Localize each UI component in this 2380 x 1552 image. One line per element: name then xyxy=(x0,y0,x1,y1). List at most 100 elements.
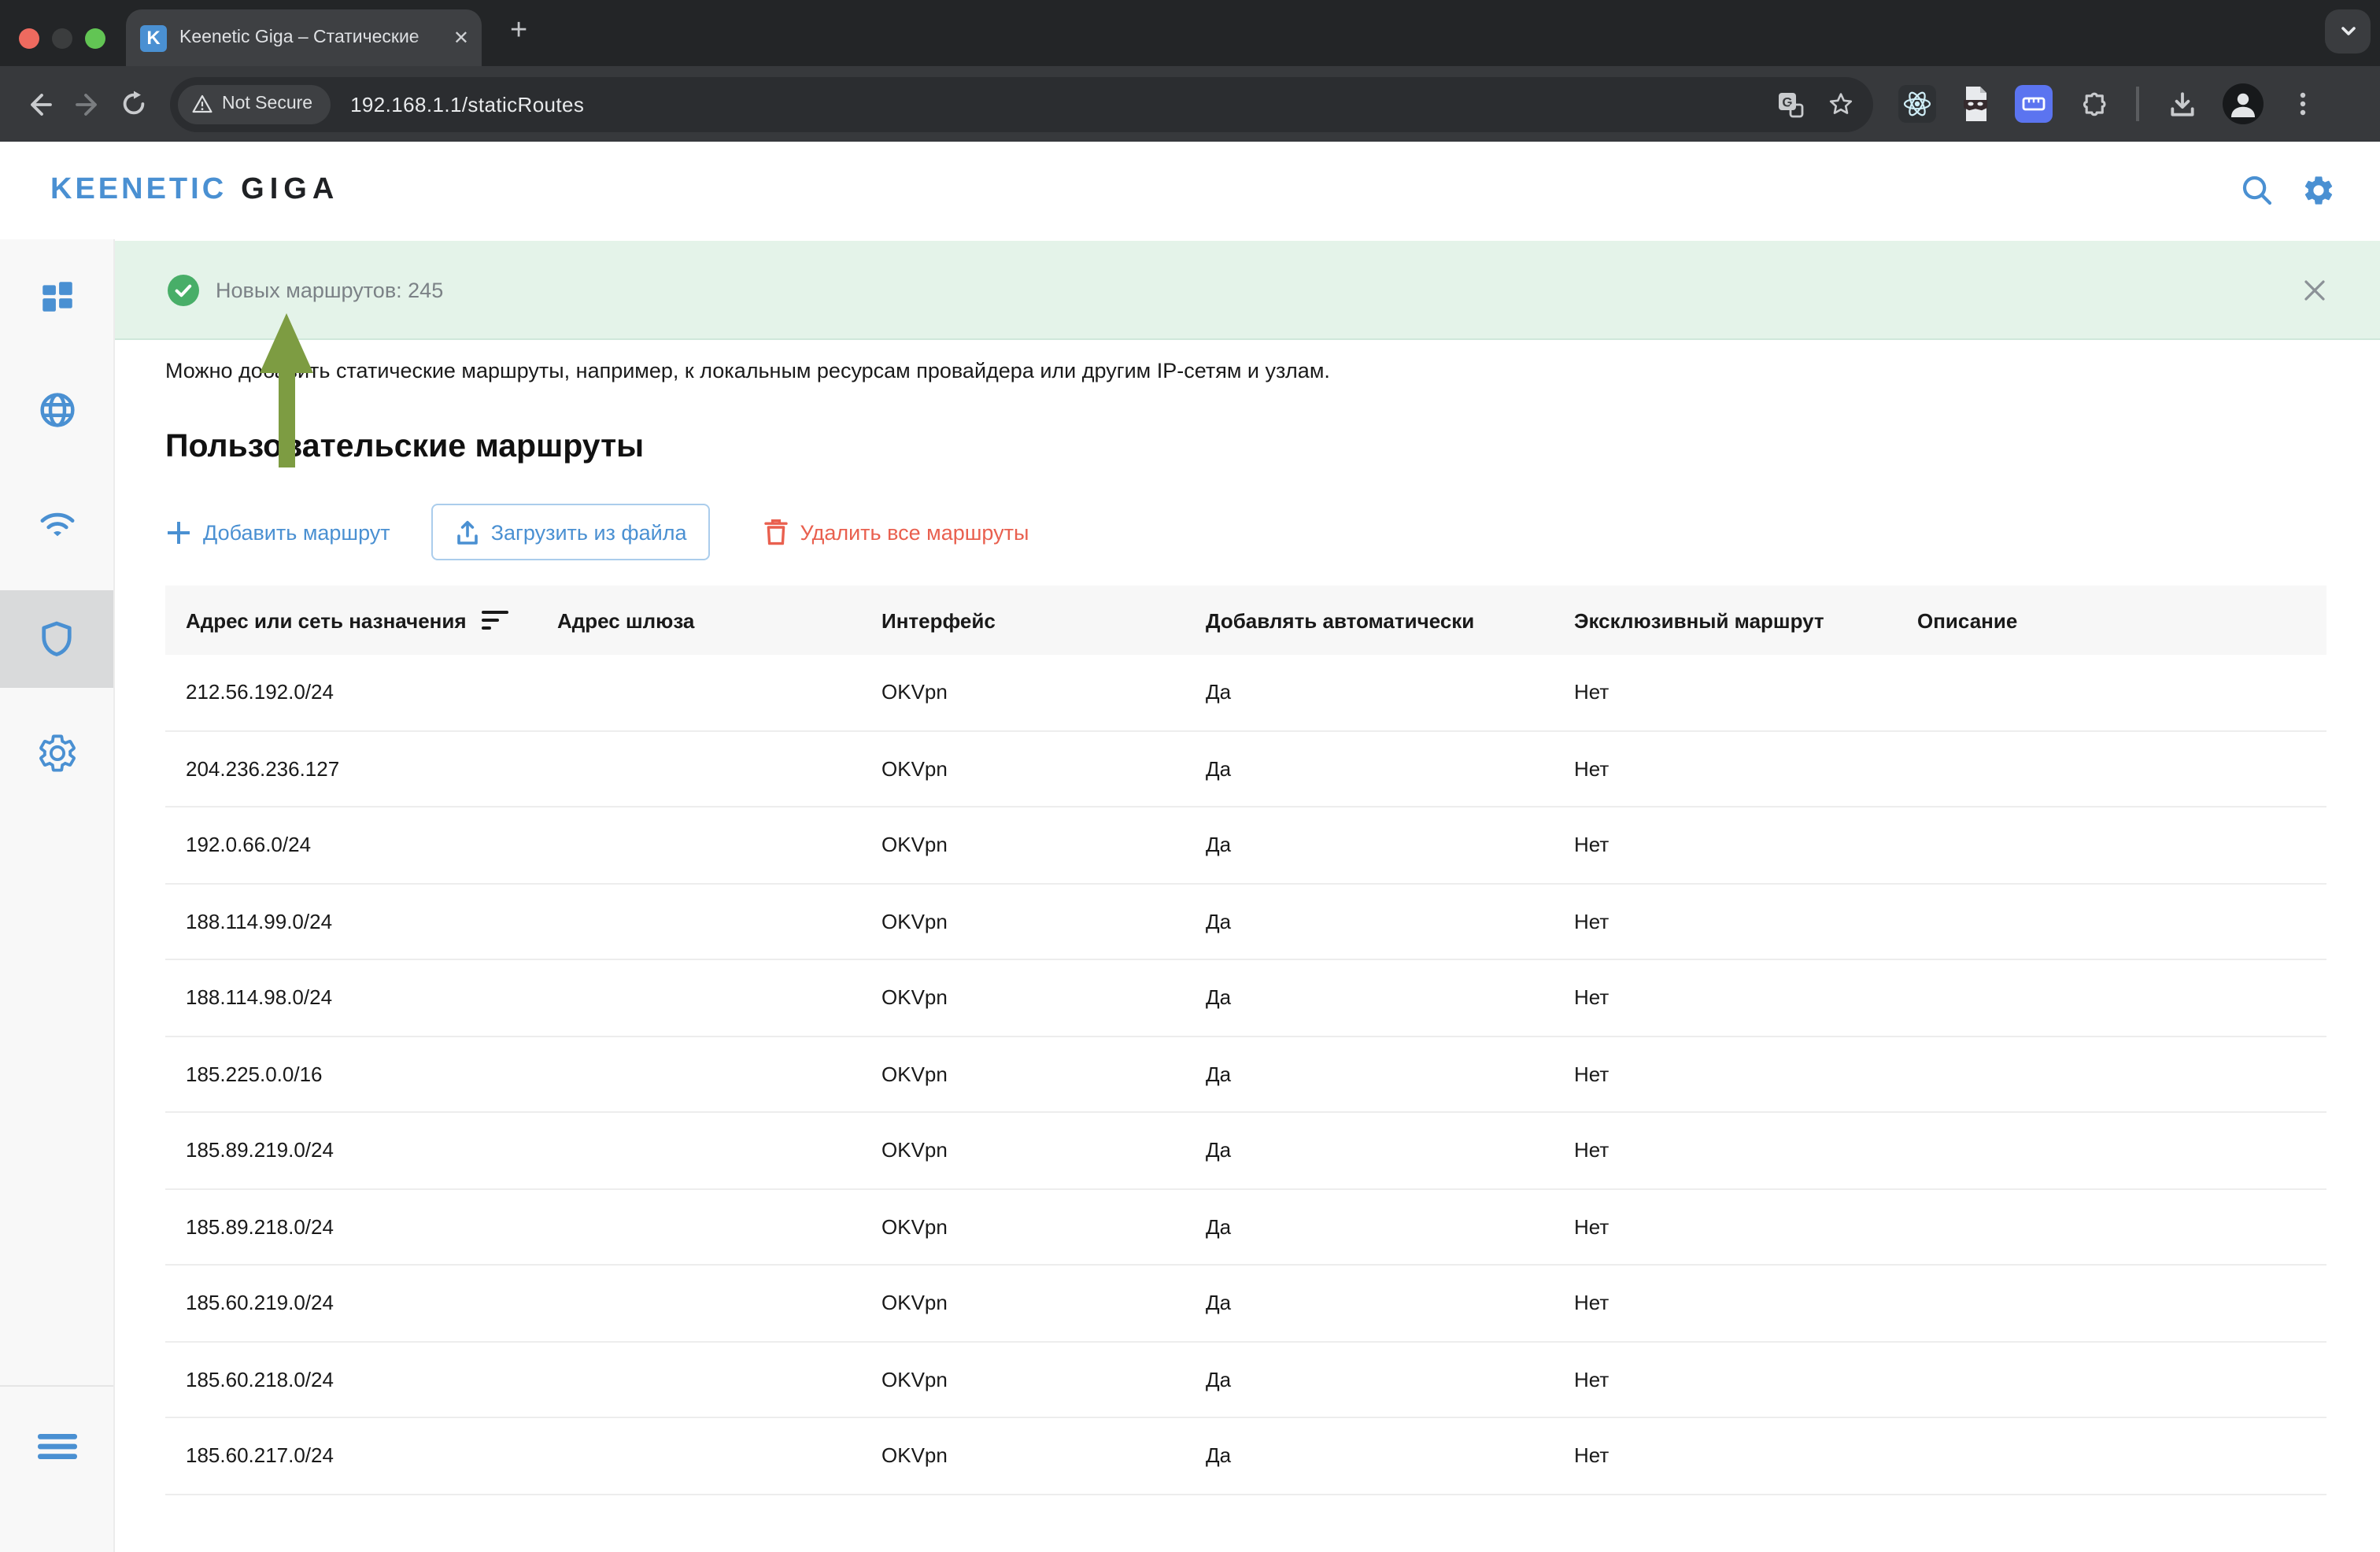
window-close-button[interactable] xyxy=(19,28,39,49)
person-icon xyxy=(2222,83,2263,124)
table-row[interactable]: 192.0.66.0/24 OKVpn Да Нет xyxy=(165,807,2326,884)
app-header: KEENETIC GIGA xyxy=(0,142,2380,239)
profile-avatar[interactable] xyxy=(2222,83,2263,124)
gear-outline-icon xyxy=(35,731,78,774)
cell-auto-add: Да xyxy=(1185,1444,1554,1468)
cell-destination: 185.60.217.0/24 xyxy=(165,1444,537,1468)
globe-icon xyxy=(35,388,78,430)
sidebar-item-wifi[interactable] xyxy=(0,474,113,571)
sidebar-item-dashboard[interactable] xyxy=(0,247,113,345)
cell-auto-add: Да xyxy=(1185,833,1554,857)
upload-from-file-button[interactable]: Загрузить из файла xyxy=(431,504,711,560)
sidebar xyxy=(0,239,115,1552)
sidebar-menu-toggle[interactable] xyxy=(0,1398,113,1495)
cell-auto-add: Да xyxy=(1185,1062,1554,1086)
cell-interface: OKVpn xyxy=(861,910,1185,933)
col-gateway: Адрес шлюза xyxy=(537,608,861,632)
keenetic-favicon-icon: K xyxy=(140,24,167,51)
address-bar[interactable]: Not Secure 192.168.1.1/staticRoutes G xyxy=(170,76,1873,131)
extension-mask-document[interactable] xyxy=(1957,85,1994,123)
cell-interface: OKVpn xyxy=(861,681,1185,704)
brand-keenetic: KEENETIC xyxy=(50,173,227,206)
table-row[interactable]: 204.236.236.127 OKVpn Да Нет xyxy=(165,731,2326,807)
success-banner: Новых маршрутов: 245 xyxy=(115,241,2380,340)
chevron-down-icon xyxy=(2335,19,2360,44)
cell-auto-add: Да xyxy=(1185,1291,1554,1315)
wifi-icon xyxy=(35,501,78,544)
banner-close-icon[interactable] xyxy=(2303,279,2326,302)
intro-text: Можно добавить статические маршруты, нап… xyxy=(165,359,1330,382)
routes-table-header: Адрес или сеть назначения Адрес шлюза Ин… xyxy=(165,586,2326,655)
cell-exclusive: Нет xyxy=(1554,1139,1897,1162)
reload-button[interactable] xyxy=(110,80,157,127)
window-minimize-button[interactable] xyxy=(52,28,72,49)
extension-ruler[interactable] xyxy=(2015,85,2053,123)
browser-toolbar: Not Secure 192.168.1.1/staticRoutes G xyxy=(0,66,2380,142)
extensions-puzzle-button[interactable] xyxy=(2073,85,2111,123)
sort-icon[interactable] xyxy=(482,610,509,630)
upload-icon xyxy=(455,519,480,545)
new-tab-button[interactable]: + xyxy=(510,14,527,49)
delete-all-routes-button[interactable]: Удалить все маршруты xyxy=(764,518,1029,546)
warning-triangle-icon xyxy=(192,94,213,113)
col-destination[interactable]: Адрес или сеть назначения xyxy=(165,608,537,632)
cell-destination: 185.225.0.0/16 xyxy=(165,1062,537,1086)
table-row[interactable]: 185.60.218.0/24 OKVpn Да Нет xyxy=(165,1342,2326,1418)
cell-destination: 185.89.218.0/24 xyxy=(165,1215,537,1239)
sidebar-divider xyxy=(0,1385,113,1387)
cell-auto-add: Да xyxy=(1185,1368,1554,1391)
cell-destination: 192.0.66.0/24 xyxy=(165,833,537,857)
table-row[interactable]: 185.225.0.0/16 OKVpn Да Нет xyxy=(165,1037,2326,1113)
search-icon[interactable] xyxy=(2240,173,2275,208)
tab-close-icon[interactable]: ✕ xyxy=(453,27,469,49)
tab-search-button[interactable] xyxy=(2325,9,2371,54)
table-row[interactable]: 185.60.217.0/24 OKVpn Да Нет xyxy=(165,1418,2326,1495)
downloads-button[interactable] xyxy=(2164,85,2201,123)
cell-destination: 185.60.218.0/24 xyxy=(165,1368,537,1391)
reload-icon xyxy=(120,90,148,118)
table-row[interactable]: 185.89.218.0/24 OKVpn Да Нет xyxy=(165,1189,2326,1266)
table-row[interactable]: 188.114.99.0/24 OKVpn Да Нет xyxy=(165,884,2326,960)
routes-table: Адрес или сеть назначения Адрес шлюза Ин… xyxy=(165,586,2326,1495)
sidebar-item-internet[interactable] xyxy=(0,360,113,458)
not-secure-chip[interactable]: Not Secure xyxy=(178,84,330,124)
cell-exclusive: Нет xyxy=(1554,757,1897,781)
sidebar-item-security[interactable] xyxy=(0,590,113,688)
tab-title: Keenetic Giga – Статические xyxy=(179,28,419,47)
toolbar-divider xyxy=(2136,87,2138,121)
extension-react-devtools[interactable] xyxy=(1898,85,1936,123)
dashboard-icon xyxy=(37,276,76,316)
table-row[interactable]: 212.56.192.0/24 OKVpn Да Нет xyxy=(165,655,2326,731)
cell-exclusive: Нет xyxy=(1554,1215,1897,1239)
window-titlebar: K Keenetic Giga – Статические ✕ + xyxy=(0,0,2380,66)
cell-destination: 204.236.236.127 xyxy=(165,757,537,781)
forward-arrow-icon xyxy=(76,94,94,113)
sidebar-item-management[interactable] xyxy=(0,704,113,801)
table-row[interactable]: 185.60.219.0/24 OKVpn Да Нет xyxy=(165,1266,2326,1342)
back-button[interactable] xyxy=(16,80,63,127)
url-text: 192.168.1.1/staticRoutes xyxy=(350,92,584,116)
ruler-icon xyxy=(2020,90,2048,118)
routes-table-body: 212.56.192.0/24 OKVpn Да Нет 204.236.236… xyxy=(165,655,2326,1495)
table-row[interactable]: 188.114.98.0/24 OKVpn Да Нет xyxy=(165,960,2326,1037)
hamburger-icon xyxy=(37,1432,76,1461)
col-interface: Интерфейс xyxy=(861,608,1185,632)
brand-giga: GIGA xyxy=(241,173,339,206)
browser-tab[interactable]: K Keenetic Giga – Статические ✕ xyxy=(126,9,482,66)
cell-auto-add: Да xyxy=(1185,757,1554,781)
cell-exclusive: Нет xyxy=(1554,833,1897,857)
add-route-button[interactable]: Добавить маршрут xyxy=(165,519,390,545)
cell-interface: OKVpn xyxy=(861,1291,1185,1315)
tab-title-fade xyxy=(412,19,441,57)
forward-button[interactable] xyxy=(63,80,110,127)
browser-menu-button[interactable] xyxy=(2283,85,2321,123)
cell-exclusive: Нет xyxy=(1554,1291,1897,1315)
cell-destination: 188.114.98.0/24 xyxy=(165,986,537,1010)
three-dots-icon xyxy=(2289,90,2315,118)
bookmark-star-icon[interactable] xyxy=(1828,91,1854,117)
window-zoom-button[interactable] xyxy=(85,28,105,49)
add-route-label: Добавить маршрут xyxy=(203,520,390,544)
table-row[interactable]: 185.89.219.0/24 OKVpn Да Нет xyxy=(165,1113,2326,1189)
settings-gear-icon[interactable] xyxy=(2301,173,2336,208)
translate-icon[interactable]: G xyxy=(1777,91,1804,117)
